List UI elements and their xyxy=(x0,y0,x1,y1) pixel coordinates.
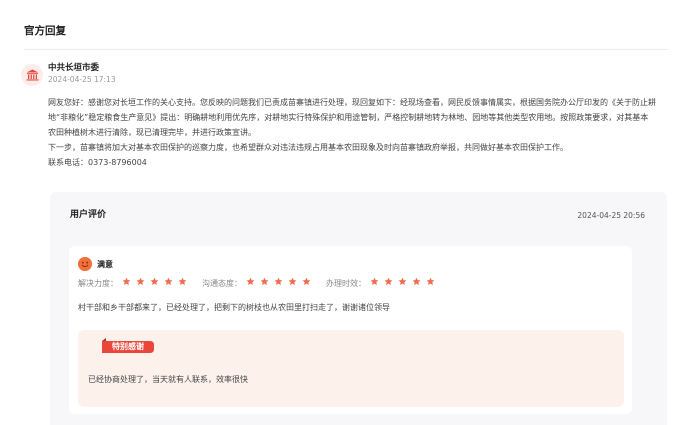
evaluation-comment: 村干部和乡干部都来了，已经处理了，把剩下的树枝也从农田里打扫走了，谢谢诸位领导 xyxy=(78,303,390,312)
reply-line: 下一步，苗寨镇将加大对基本农田保护的巡察力度，也希望群众对违法违规占用基本农田现… xyxy=(48,143,568,152)
rating-label: 沟通态度： xyxy=(202,278,242,288)
star-icon xyxy=(398,277,407,285)
star-icon xyxy=(122,277,131,285)
government-building-icon xyxy=(26,69,38,81)
star-icon xyxy=(178,277,187,285)
rating-stars xyxy=(246,277,316,290)
star-icon xyxy=(302,277,311,285)
evaluation-time: 2024-04-25 20:56 xyxy=(577,211,645,220)
evaluation-title: 用户评价 xyxy=(70,210,107,220)
org-avatar xyxy=(21,64,43,86)
star-icon xyxy=(412,277,421,285)
org-name: 中共长垣市委 xyxy=(48,63,100,73)
reply-body: 网友您好：感谢您对长垣工作的关心支持。您反映的问题我们已责成苗寨镇进行处理，现回… xyxy=(48,95,672,170)
reply-contact: 联系电话：0373-8796004 xyxy=(48,158,147,167)
rating-label: 办理时效： xyxy=(326,278,366,288)
star-icon xyxy=(384,277,393,285)
reply-line: 网友您好：感谢您对长垣工作的关心支持。您反映的问题我们已责成苗寨镇进行处理，现回… xyxy=(48,98,656,107)
star-icon xyxy=(246,277,255,285)
special-thanks-box: 特别感谢 已经协商处理了，当天就有人联系，效率很快 xyxy=(78,330,624,407)
reply-time: 2024-04-25 17:13 xyxy=(48,75,116,84)
rating-stars xyxy=(370,277,440,290)
reply-line: 地“非粮化”稳定粮食生产意见》提出：明确耕地利用优先序，对耕地实行特殊保护和用途… xyxy=(48,113,649,122)
star-icon xyxy=(274,277,283,285)
special-thanks-label: 特别感谢 xyxy=(112,342,144,351)
evaluation-inner-card: 满意 解决力度： 沟通态度： 办理时效： 村干部和乡干部都来了，已经处理了，把剩… xyxy=(69,246,632,414)
evaluation-card: 用户评价 2024-04-25 20:56 满意 解决力度： 沟通态度： 办理时… xyxy=(50,192,667,425)
star-icon xyxy=(260,277,269,285)
mood-label: 满意 xyxy=(97,260,113,269)
rating-timeliness: 办理时效： xyxy=(326,277,440,290)
star-icon xyxy=(150,277,159,285)
rating-resolution: 解决力度： xyxy=(78,277,192,290)
star-icon xyxy=(164,277,173,285)
star-icon xyxy=(426,277,435,285)
section-title: 官方回复 xyxy=(24,25,66,37)
star-icon xyxy=(288,277,297,285)
star-icon xyxy=(370,277,379,285)
special-thanks-badge: 特别感谢 xyxy=(102,338,154,353)
smiley-face-icon xyxy=(78,257,92,271)
special-thanks-text: 已经协商处理了，当天就有人联系，效率很快 xyxy=(88,375,248,384)
rating-communication: 沟通态度： xyxy=(202,277,316,290)
rating-label: 解决力度： xyxy=(78,278,118,288)
section-divider xyxy=(24,49,668,50)
rating-stars xyxy=(122,277,192,290)
star-icon xyxy=(136,277,145,285)
ratings-row: 解决力度： 沟通态度： 办理时效： xyxy=(78,277,450,290)
reply-line: 农田种植树木进行清除，现已清理完毕，并进行政策宣讲。 xyxy=(48,128,256,137)
